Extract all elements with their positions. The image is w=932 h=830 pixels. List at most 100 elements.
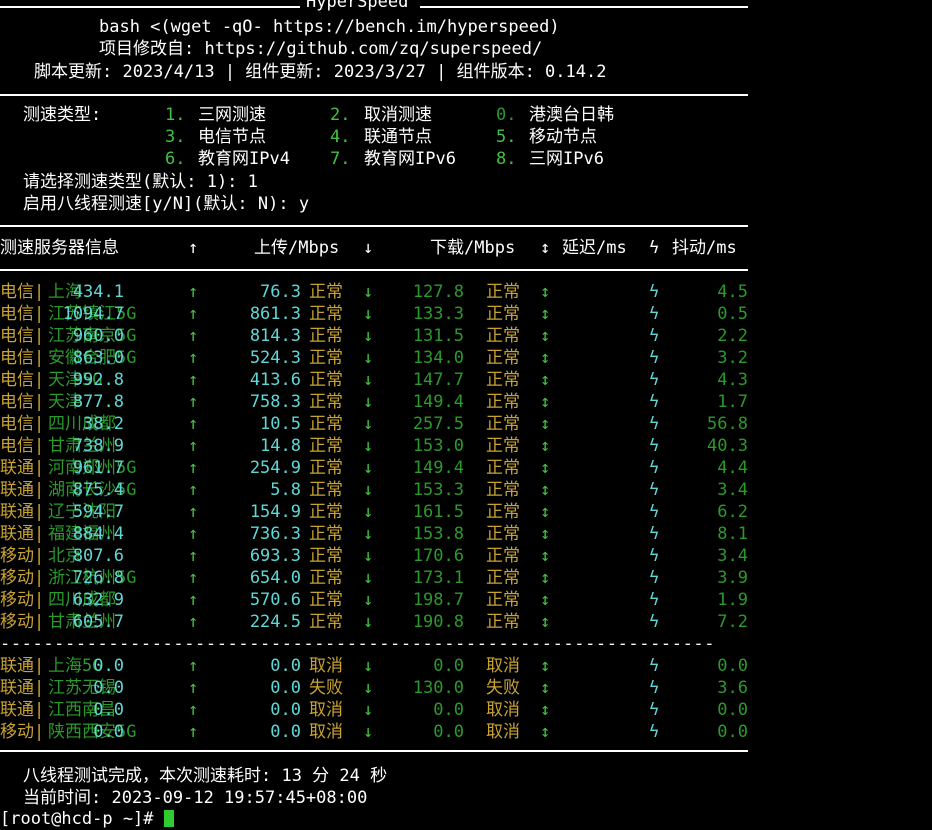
upload-status: 正常 [309, 436, 343, 456]
latency-value: 170.6 [412, 546, 464, 566]
upload-value: 863.0 [72, 348, 124, 368]
col-server: 测速服务器信息 [0, 238, 119, 258]
up-arrow-icon: ↑ [188, 568, 199, 588]
jitter-value: 3.6 [717, 678, 748, 698]
terminal-cursor [163, 810, 174, 827]
col-jitter: 抖动/ms [672, 238, 737, 258]
latency-value: 0.0 [433, 656, 464, 676]
cell-separator: | [34, 656, 45, 676]
table-row: 移动 | 四川成都 ↑ 632.9 正常 ↓ 570.6 正常 ↕ 198.7 ϟ 1.9 [0, 589, 760, 611]
app-title: HyperSpeed [300, 0, 415, 12]
option-label: 三网测速 [198, 105, 266, 125]
bolt-icon: ϟ [649, 700, 660, 720]
updown-arrow-icon: ↕ [540, 678, 551, 698]
bolt-icon: ϟ [649, 370, 660, 390]
download-status: 正常 [486, 524, 520, 544]
bolt-icon: ϟ [649, 436, 660, 456]
option-label: 教育网IPv4 [198, 149, 290, 169]
down-arrow-icon: ↓ [363, 502, 374, 522]
download-value: 570.6 [249, 590, 301, 610]
download-value: 524.3 [249, 348, 301, 368]
latency-value: 134.0 [412, 348, 464, 368]
option-label: 三网IPv6 [529, 149, 604, 169]
download-value: 0.0 [270, 722, 301, 742]
up-arrow-icon: ↑ [188, 436, 199, 456]
up-arrow-icon: ↑ [188, 722, 199, 742]
updown-arrow-icon: ↕ [540, 480, 551, 500]
up-arrow-icon: ↑ [188, 282, 199, 302]
table-row: 电信 | 天津 ↑ 877.8 正常 ↓ 758.3 正常 ↕ 149.4 ϟ 1.7 [0, 391, 760, 413]
upload-value: 884.4 [72, 524, 124, 544]
isp-cell: 联通 [0, 480, 34, 500]
option-label: 电信节点 [198, 127, 266, 147]
cell-separator: | [34, 326, 45, 346]
updown-arrow-icon: ↕ [540, 722, 551, 742]
latency-value: 198.7 [412, 590, 464, 610]
bolt-icon: ϟ [649, 458, 660, 478]
cell-separator: | [34, 370, 45, 390]
shell-prompt[interactable]: [root@hcd-p ~]# [0, 808, 174, 830]
upload-value: 1094.7 [62, 304, 124, 324]
updown-arrow-icon: ↕ [540, 392, 551, 412]
latency-value: 190.8 [412, 612, 464, 632]
isp-cell: 联通 [0, 656, 34, 676]
upload-value: 0.0 [93, 700, 124, 720]
updown-arrow-icon: ↕ [540, 304, 551, 324]
isp-cell: 电信 [0, 282, 34, 302]
table-row: 电信 | 江苏南京5G ↑ 960.0 正常 ↓ 814.3 正常 ↕ 131.5 ϟ 2.2 [0, 325, 760, 347]
up-arrow-icon: ↑ [188, 480, 199, 500]
table-row: 移动 | 浙江杭州5G ↑ 726.8 正常 ↓ 654.0 正常 ↕ 173.1 ϟ 3.9 [0, 567, 760, 589]
cell-separator: | [34, 392, 45, 412]
bolt-icon: ϟ [649, 326, 660, 346]
up-arrow-icon: ↑ [188, 612, 199, 632]
bolt-icon: ϟ [649, 656, 660, 676]
upload-value: 594.7 [72, 502, 124, 522]
updown-arrow-icon: ↕ [540, 458, 551, 478]
isp-cell: 电信 [0, 392, 34, 412]
cell-separator: | [34, 414, 45, 434]
table-header: 测速服务器信息 ↑ 上传/Mbps ↓ 下载/Mbps ↕ 延迟/ms ϟ 抖动… [0, 237, 760, 259]
up-arrow-icon: ↑ [188, 678, 199, 698]
thread-prompt: 启用八线程测速[y/N](默认: N): y [23, 194, 310, 214]
up-arrow-icon: ↑ [188, 546, 199, 566]
upload-value: 807.6 [72, 546, 124, 566]
down-arrow-icon: ↓ [363, 348, 374, 368]
cell-separator: | [34, 436, 45, 456]
isp-cell: 电信 [0, 370, 34, 390]
title-rule-left [0, 6, 300, 8]
upload-status: 正常 [309, 480, 343, 500]
download-status: 正常 [486, 502, 520, 522]
down-arrow-icon: ↓ [363, 480, 374, 500]
upload-value: 961.7 [72, 458, 124, 478]
table-row: 联通 | 福建福州 ↑ 884.4 正常 ↓ 736.3 正常 ↕ 153.8 ϟ 8.1 [0, 523, 760, 545]
upload-value: 0.0 [93, 678, 124, 698]
download-value: 14.8 [260, 436, 301, 456]
cell-separator: | [34, 678, 45, 698]
bolt-icon: ϟ [649, 392, 660, 412]
download-value: 10.5 [260, 414, 301, 434]
updown-arrow-icon: ↕ [540, 656, 551, 676]
upload-status: 正常 [309, 502, 343, 522]
download-status: 正常 [486, 546, 520, 566]
latency-value: 153.8 [412, 524, 464, 544]
jitter-value: 0.0 [717, 700, 748, 720]
latency-value: 153.0 [412, 436, 464, 456]
upload-status: 正常 [309, 370, 343, 390]
download-value: 76.3 [260, 282, 301, 302]
cell-separator: | [34, 612, 45, 632]
table-row: 电信 | 上海 ↑ 434.1 正常 ↓ 76.3 正常 ↕ 127.8 ϟ 4.5 [0, 281, 760, 303]
option-number: 0. [496, 105, 517, 125]
upload-status: 正常 [309, 590, 343, 610]
latency-value: 130.0 [412, 678, 464, 698]
upload-status: 正常 [309, 458, 343, 478]
divider [0, 225, 748, 227]
cell-separator: | [34, 524, 45, 544]
download-status: 正常 [486, 304, 520, 324]
upload-status: 正常 [309, 326, 343, 346]
up-arrow-icon: ↑ [188, 502, 199, 522]
table-row: 联通 | 河南郑州5G ↑ 961.7 正常 ↓ 254.9 正常 ↕ 149.4 ϟ 4.4 [0, 457, 760, 479]
isp-cell: 联通 [0, 458, 34, 478]
down-arrow-icon: ↓ [363, 524, 374, 544]
table-row: 联通 | 江苏无锡 ↑ 0.0 失败 ↓ 0.0 失败 ↕ 130.0 ϟ 3.6 [0, 677, 760, 699]
upload-status: 失败 [309, 678, 343, 698]
